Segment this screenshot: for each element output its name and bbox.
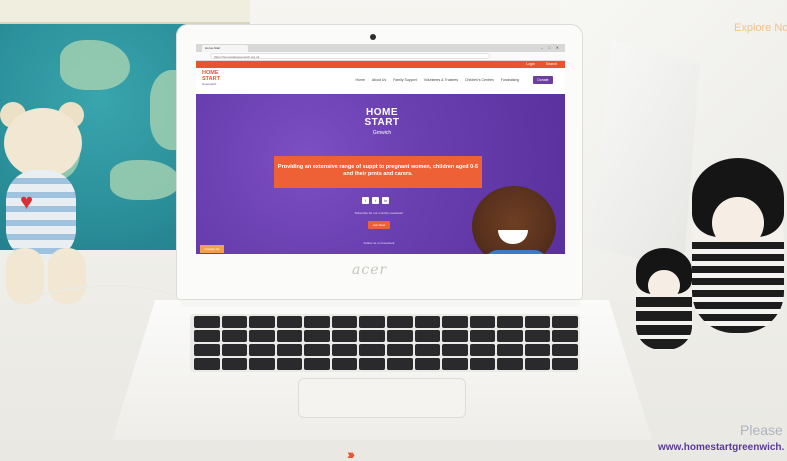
- join-button[interactable]: Join Now: [368, 221, 390, 229]
- teddy-bear: ♥: [0, 102, 92, 304]
- hero-logo-line-2: START: [364, 117, 400, 128]
- keyboard-keys: [194, 316, 578, 370]
- menu-item-family-support[interactable]: Family Support: [393, 78, 417, 82]
- browser-tab[interactable]: Home-Start: [202, 45, 248, 52]
- explore-caption: Explore Nov: [734, 22, 787, 34]
- laptop-screen: Home-Start – □ ✕ https://homestartgreenw…: [196, 44, 565, 254]
- menu-item-about[interactable]: About Us: [372, 78, 386, 82]
- linkedin-icon[interactable]: in: [382, 197, 389, 204]
- laptop-brand-logo: acer: [352, 262, 388, 278]
- url-field[interactable]: https://homestartgreenwich.org.uk: [210, 53, 490, 59]
- facebook-icon[interactable]: f: [362, 197, 369, 204]
- search-link[interactable]: Search: [546, 62, 557, 67]
- hero-logo: HOME START Grnwich: [360, 108, 404, 137]
- main-menu: Home About Us Family Support Volunteers …: [355, 78, 519, 82]
- menu-item-fundraising[interactable]: Fundraising: [501, 78, 519, 82]
- please-caption: Please: [740, 422, 783, 438]
- hero-subtext: Subscribe for our monthly newsletter: [354, 211, 404, 215]
- social-links: f t in: [362, 197, 389, 204]
- browser-address-bar: https://homestartgreenwich.org.uk: [196, 52, 565, 61]
- nesting-doll-small: [636, 248, 692, 350]
- heart-icon: ♥: [20, 189, 34, 214]
- menu-item-childrens-centres[interactable]: Children's Centres: [465, 78, 494, 82]
- smiling-child-photo: [472, 186, 556, 254]
- hero-small-text: Follow us on Facebook: [363, 241, 395, 245]
- site-logo[interactable]: HOME START Greenwich: [202, 70, 228, 91]
- twitter-icon[interactable]: t: [372, 197, 379, 204]
- double-chevron-right-icon[interactable]: ›››: [347, 446, 355, 461]
- contact-side-tab[interactable]: Contact Us: [200, 245, 224, 253]
- webcam-icon: [370, 34, 376, 40]
- laptop-trackpad: [298, 378, 466, 418]
- donate-button[interactable]: Donate: [533, 76, 553, 84]
- menu-item-volunteers[interactable]: Volunteers & Trustees: [424, 78, 458, 82]
- logo-subtitle: Greenwich: [202, 82, 217, 86]
- website-caption: www.homestartgreenwich.: [658, 442, 785, 453]
- hero-logo-subtitle: Grnwich: [372, 130, 392, 136]
- menu-item-home[interactable]: Home: [355, 78, 364, 82]
- hero-headline: Providing an extensive range of suppt to…: [274, 156, 482, 188]
- window-controls[interactable]: – □ ✕: [541, 45, 561, 50]
- browser-tab-bar: Home-Start – □ ✕: [196, 44, 565, 52]
- map-header-strip: [0, 0, 250, 24]
- site-navigation: HOME START Greenwich Home About Us Famil…: [196, 68, 565, 94]
- photo-scene: ♥ acer Home-Start – □ ✕ https://homestar…: [0, 0, 787, 461]
- site-top-strip: Login Search: [196, 61, 565, 68]
- login-link[interactable]: Login: [526, 62, 535, 67]
- hero-banner: HOME START Grnwich Providing an extensiv…: [196, 94, 565, 254]
- nesting-doll-large: [692, 158, 784, 333]
